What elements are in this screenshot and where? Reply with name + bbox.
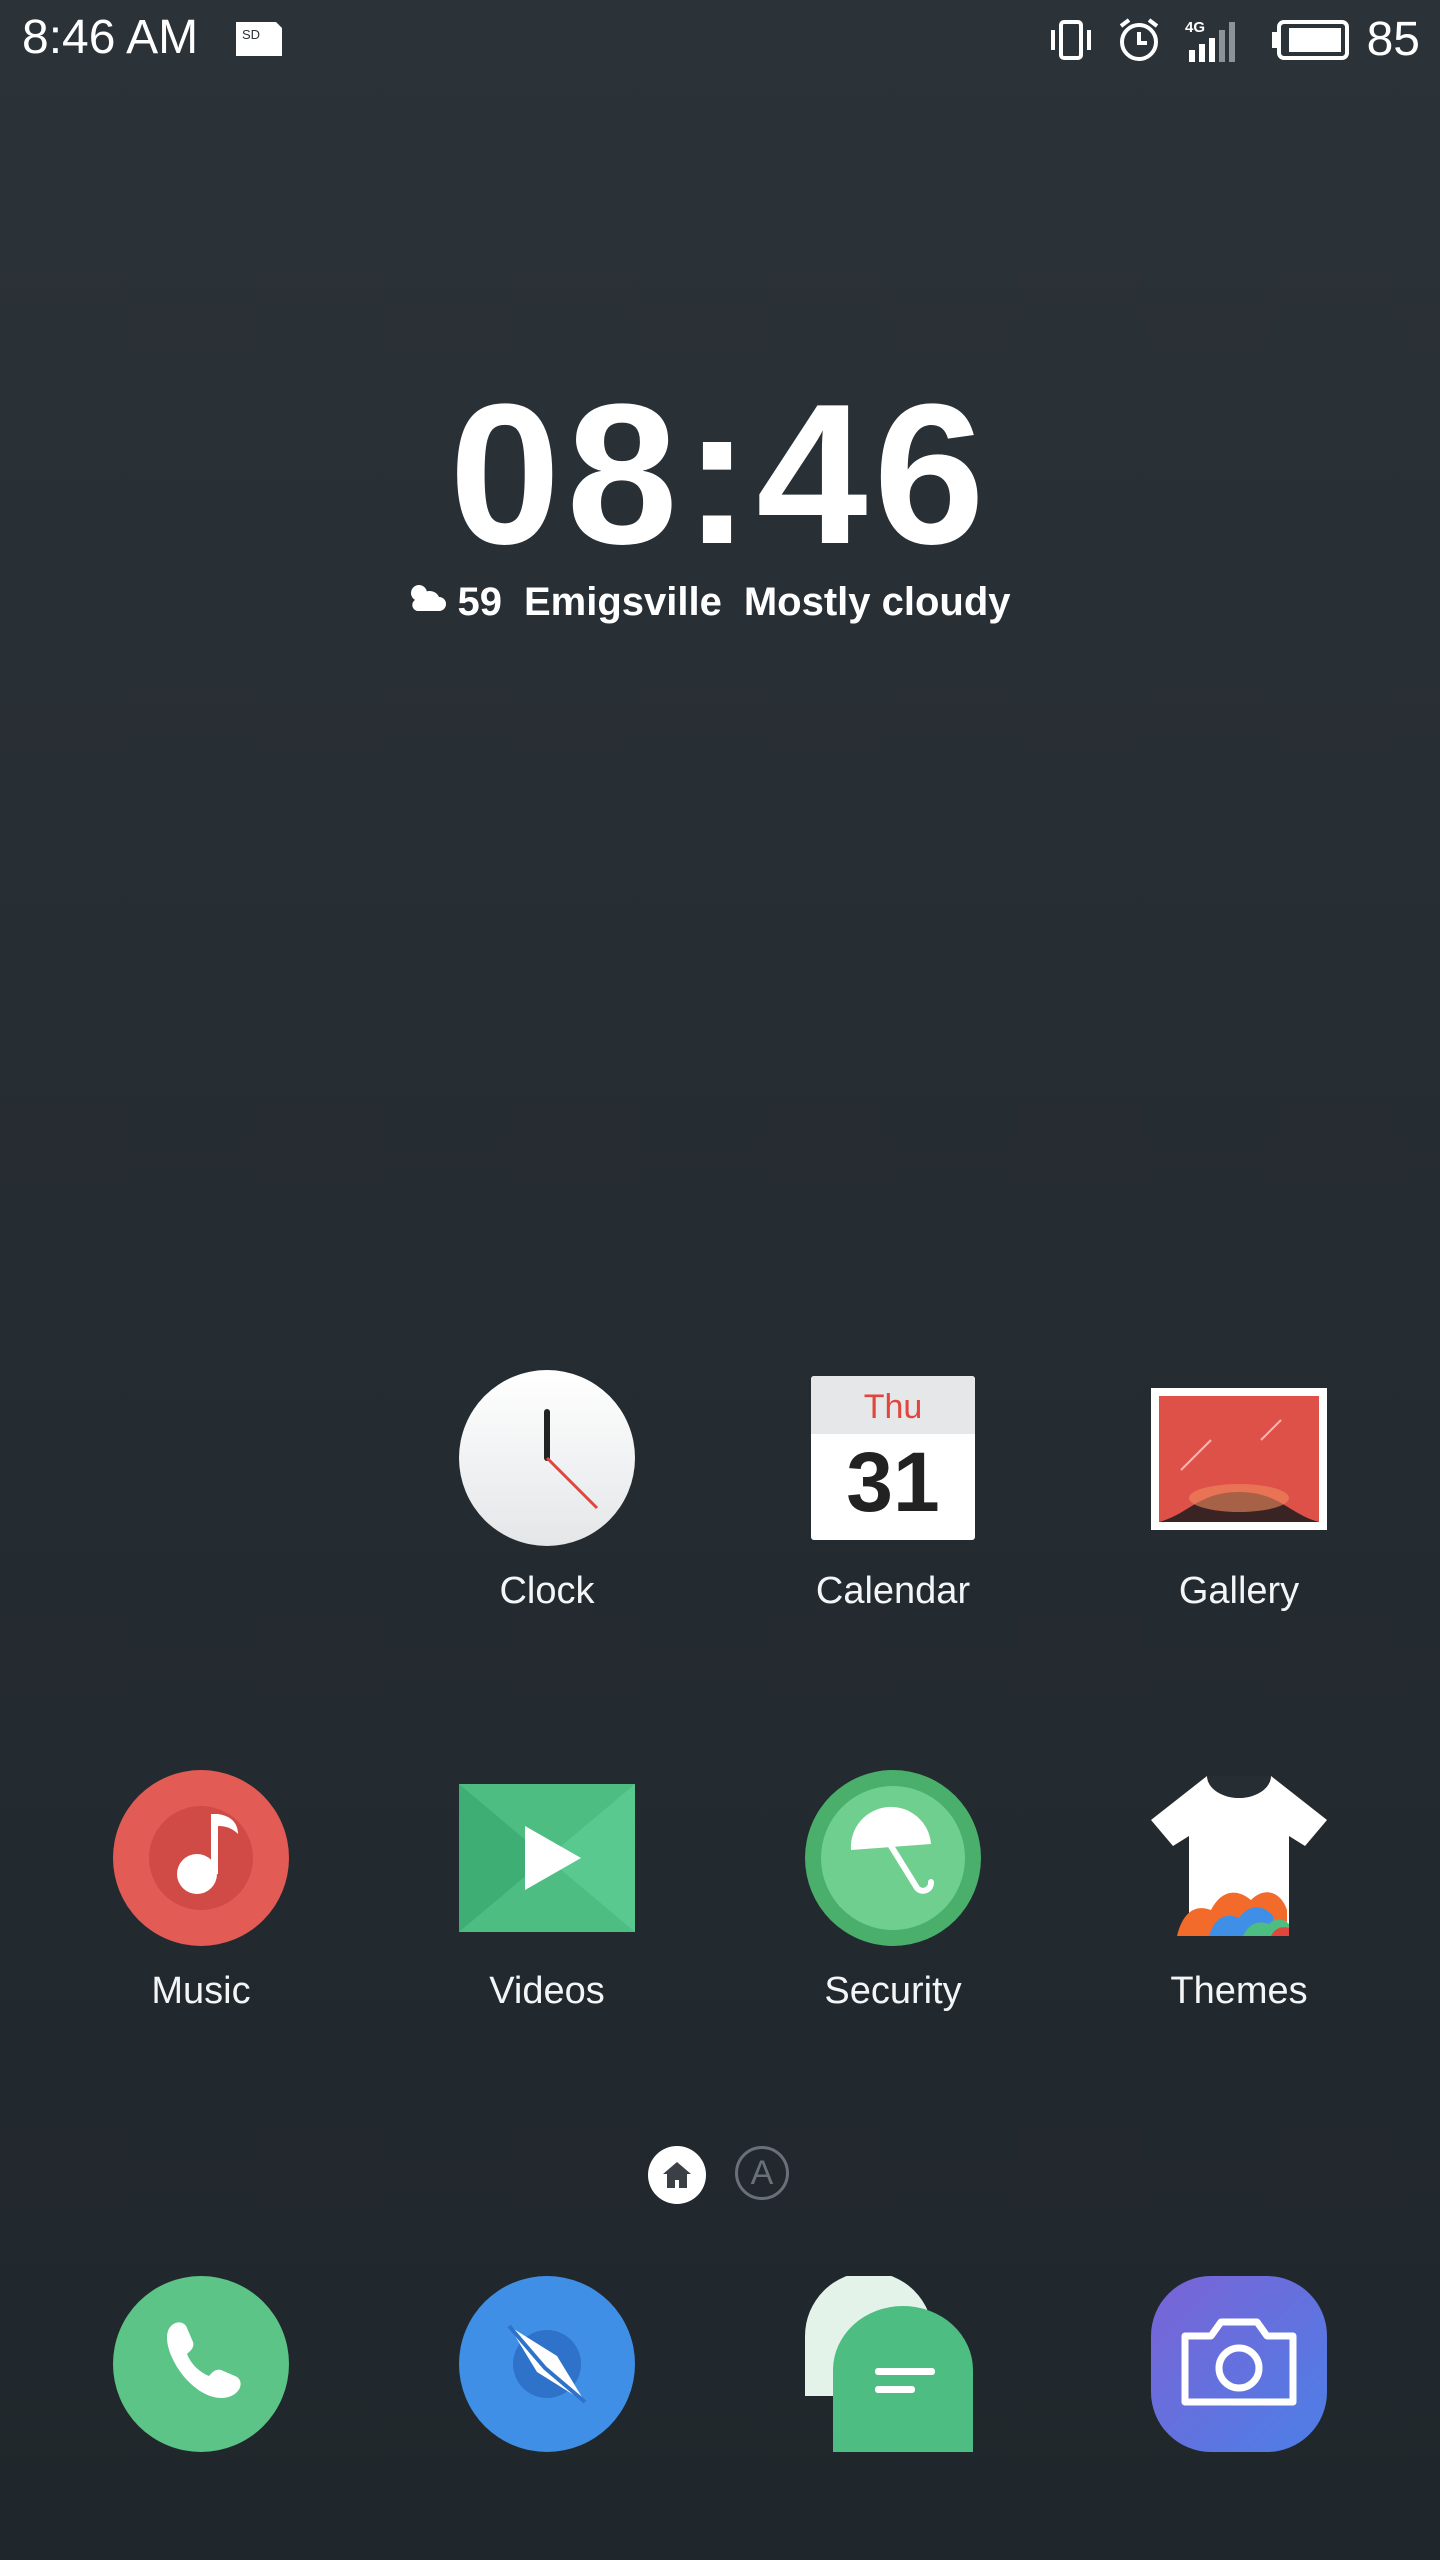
security-icon (805, 1770, 981, 1946)
widget-time: 08:46 (449, 363, 991, 586)
home-icon (663, 2162, 691, 2188)
app-calendar[interactable]: Thu 31 Calendar (763, 1370, 1023, 1614)
app-label: Security (824, 1970, 962, 2012)
calendar-day: Thu (811, 1376, 975, 1434)
calendar-icon: Thu 31 (811, 1376, 975, 1540)
app-label: Clock (499, 1570, 595, 1612)
page-indicator-apps[interactable]: A (735, 2146, 789, 2200)
app-themes[interactable]: Themes (1109, 1770, 1369, 2014)
status-icons: 4G 85 (1027, 10, 1420, 70)
music-icon (113, 1770, 289, 1946)
calendar-date: 31 (846, 1435, 940, 1529)
battery-icon (1271, 19, 1351, 61)
browser-icon[interactable] (459, 2276, 635, 2452)
app-label: Gallery (1178, 1570, 1300, 1612)
app-clock[interactable]: Clock (417, 1370, 677, 1614)
camera-icon[interactable] (1151, 2276, 1327, 2452)
cloud-sun-icon (407, 580, 447, 625)
svg-text:SD: SD (242, 27, 260, 42)
weather-condition: Mostly cloudy (743, 580, 1011, 624)
clock-icon (459, 1370, 635, 1546)
app-label: Videos (489, 1970, 605, 2012)
weather-line[interactable]: 59 Emigsville Mostly cloudy (0, 580, 1440, 625)
sd-card-icon: SD (232, 22, 282, 56)
temperature: 59 (457, 580, 502, 624)
messages-icon[interactable] (805, 2272, 981, 2454)
location: Emigsville (523, 580, 722, 624)
app-security[interactable]: Security (763, 1770, 1023, 2014)
app-videos[interactable]: Videos (417, 1770, 677, 2014)
app-music[interactable]: Music (71, 1770, 331, 2014)
app-gallery[interactable]: Gallery (1109, 1370, 1369, 1614)
page-indicator-home[interactable] (648, 2146, 706, 2204)
battery-percent: 85 (1366, 13, 1420, 66)
vibrate-icon (1049, 18, 1093, 62)
signal-4g-icon: 4G (1185, 16, 1249, 64)
svg-text:4G: 4G (1185, 19, 1205, 36)
status-bar: 8:46 AM SD 4G 85 (0, 0, 1440, 80)
status-time: 8:46 AM (22, 11, 199, 64)
videos-icon (459, 1770, 635, 1946)
app-label: Themes (1170, 1970, 1308, 2012)
app-label: Calendar (815, 1570, 971, 1612)
clock-widget[interactable]: 08:46 (0, 365, 1440, 585)
phone-icon[interactable] (113, 2276, 289, 2452)
gallery-icon (1151, 1370, 1327, 1546)
themes-icon (1151, 1770, 1327, 1946)
alarm-icon (1115, 16, 1163, 64)
app-label: Music (151, 1970, 251, 2012)
